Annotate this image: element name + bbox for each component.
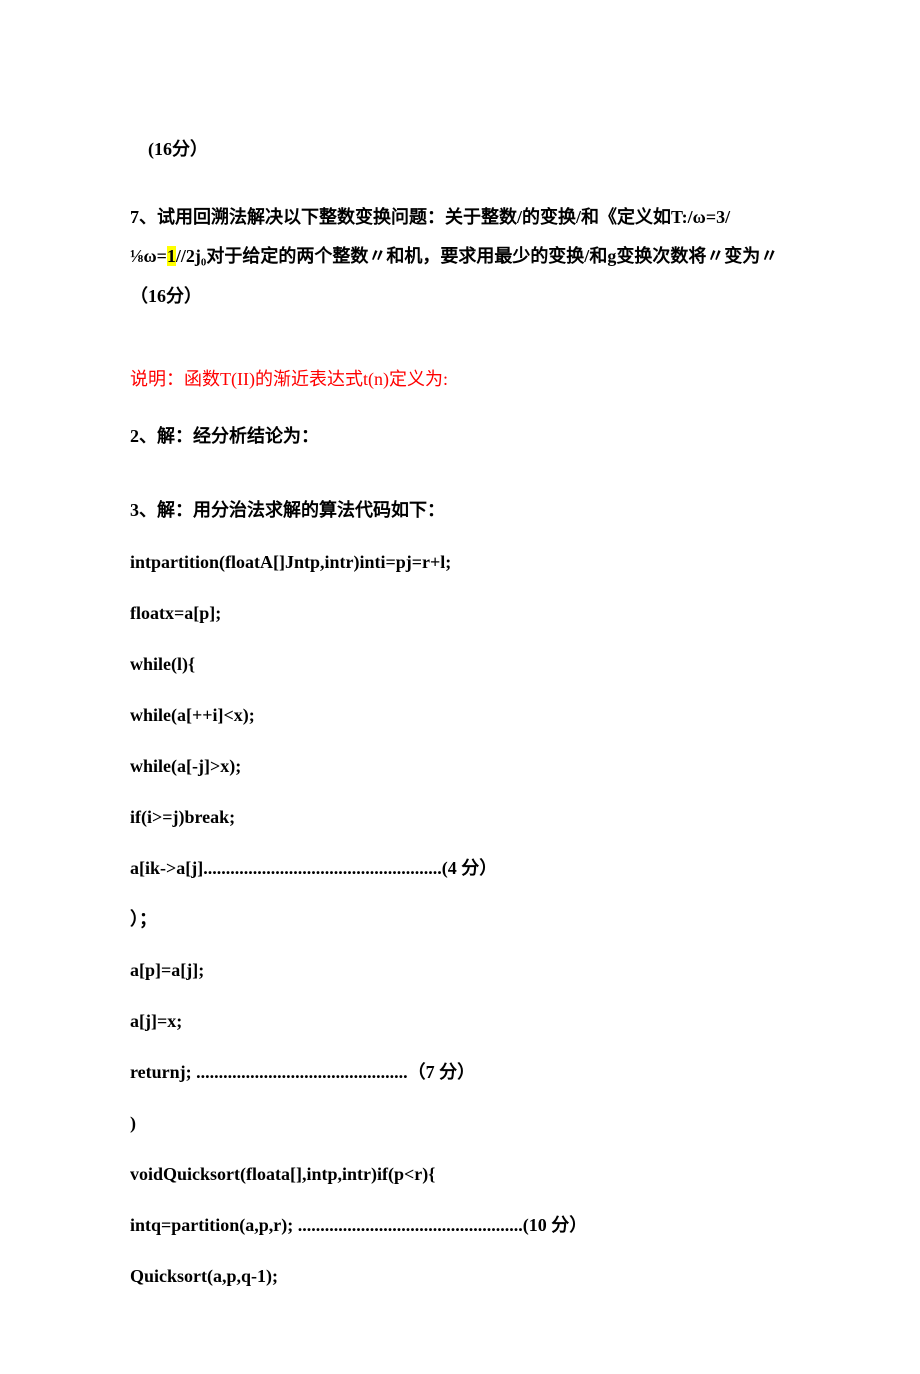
code-line-6: if(i>=j)break; [130, 804, 790, 831]
score-line: (16分） [130, 130, 790, 170]
code-line-3: while(l){ [130, 651, 790, 678]
code-line-12: ) [130, 1110, 790, 1137]
question-7: 7、试用回溯法解决以下整数变换问题：关于整数/的变换/和《定义如T:/ω=3/⅛… [130, 198, 790, 317]
document-page: (16分） 7、试用回溯法解决以下整数变换问题：关于整数/的变换/和《定义如T:… [0, 0, 920, 1374]
code-line-11: returnj; ...............................… [130, 1059, 790, 1086]
code-line-10: a[j]=x; [130, 1008, 790, 1035]
code-line-9: a[p]=a[j]; [130, 957, 790, 984]
code-line-7: a[ik->a[j]..............................… [130, 855, 790, 882]
note-line: 说明：函数T(II)的渐近表达式t(n)定义为: [130, 362, 790, 396]
code-line-2: floatx=a[p]; [130, 600, 790, 627]
spacer [130, 344, 790, 362]
code-line-1: intpartition(floatA[]Jntp,intr)inti=pj=r… [130, 549, 790, 576]
code-line-5: while(a[-j]>x); [130, 753, 790, 780]
q7-highlight: 1 [167, 246, 176, 266]
code-line-15: Quicksort(a,p,q-1); [130, 1263, 790, 1290]
answer-3: 3、解：用分治法求解的算法代码如下： [130, 493, 790, 527]
code-line-4: while(a[++i]<x); [130, 702, 790, 729]
q7-text-b: //2j₀对于给定的两个整数〃和机，要求用最少的变换/和g变换次数将〃变为〃（1… [130, 246, 778, 306]
code-line-14: intq=partition(a,p,r); .................… [130, 1212, 790, 1239]
answer-2: 2、解：经分析结论为： [130, 419, 790, 453]
code-line-8: ）； [130, 906, 790, 933]
code-line-13: voidQuicksort(floata[],intp,intr)if(p<r)… [130, 1161, 790, 1188]
spacer [130, 475, 790, 493]
